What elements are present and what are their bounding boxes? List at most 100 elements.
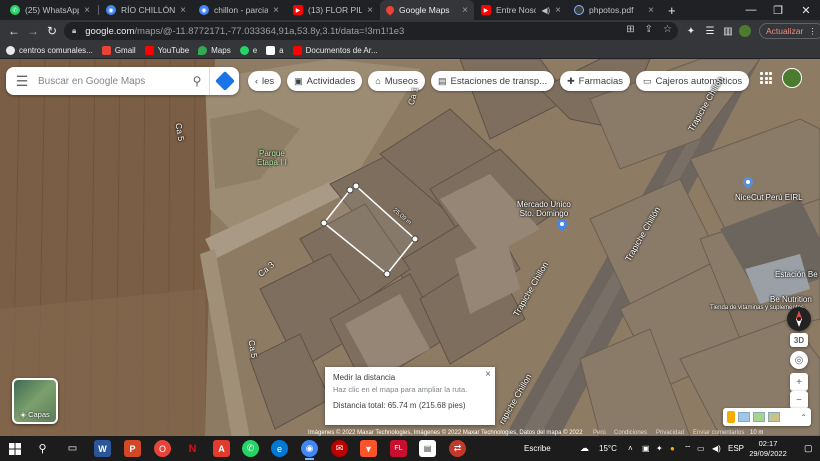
pegman-icon[interactable] (727, 411, 735, 423)
bookmark-whatsapp[interactable]: e (239, 45, 257, 55)
close-window-icon[interactable]: ✕ (793, 0, 819, 20)
compass-button[interactable] (787, 307, 811, 331)
new-tab-button[interactable]: + (662, 0, 682, 20)
chip-farmacias[interactable]: ✚ Farmacias (560, 71, 631, 91)
side-panel-icon[interactable]: ▥ (720, 23, 736, 39)
zoom-in-button[interactable]: + (790, 373, 808, 391)
notifications-icon[interactable]: ▢ (804, 436, 813, 461)
thumbnail[interactable] (768, 412, 780, 422)
share-icon[interactable]: ⇪ (645, 24, 653, 35)
bookmark-maps[interactable]: Maps (198, 45, 231, 55)
close-icon[interactable]: × (273, 5, 279, 16)
media-icon[interactable]: ⇄ (449, 440, 466, 457)
maps-search-box[interactable]: ☰ Buscar en Google Maps ⚲ (6, 67, 239, 95)
app-icon[interactable]: FL (390, 440, 407, 457)
reload-icon[interactable]: ↻ (44, 23, 60, 39)
search-input[interactable]: Buscar en Google Maps (38, 76, 185, 87)
my-location-button[interactable]: ◎ (790, 351, 808, 369)
tray-app-icon[interactable]: ● (670, 436, 675, 461)
volume-icon[interactable]: ◀) (712, 436, 721, 461)
task-view-icon[interactable]: ▭ (64, 440, 81, 457)
market-pin-icon[interactable] (557, 219, 567, 231)
search-icon[interactable]: ⚲ (185, 74, 209, 88)
wifi-icon[interactable]: ⌔ (684, 436, 692, 461)
thumbnail[interactable] (753, 412, 765, 422)
bookmark-star-icon[interactable]: ☆ (663, 24, 672, 35)
bookmark-centros-comunales[interactable]: centros comunales... (6, 45, 93, 55)
acrobat-icon[interactable]: A (213, 440, 230, 457)
minimize-icon[interactable]: — (738, 0, 764, 20)
chip-estaciones[interactable]: ▤ Estaciones de transp... (430, 71, 555, 91)
word-icon[interactable]: W (94, 440, 111, 457)
google-apps-icon[interactable] (760, 72, 772, 84)
tray-overflow-icon[interactable]: ˄ (628, 436, 633, 461)
search-icon[interactable]: ⚲ (34, 440, 51, 457)
account-avatar[interactable] (782, 68, 802, 88)
tab-google-maps[interactable]: Google Maps × (380, 0, 474, 20)
expand-thumbnails-icon[interactable]: ⌃ (800, 413, 807, 422)
store-pin-icon[interactable] (743, 177, 753, 189)
tab-whatsapp[interactable]: ✆ (25) WhatsApp × (4, 0, 96, 20)
close-icon[interactable]: × (84, 5, 90, 16)
tray-search-text[interactable]: Escribe (524, 436, 551, 461)
install-app-icon[interactable]: ⊞ (626, 24, 634, 35)
close-icon[interactable]: × (180, 5, 186, 16)
opera-icon[interactable]: O (154, 440, 171, 457)
bookmark-a[interactable]: a (266, 45, 284, 55)
whatsapp-icon[interactable]: ✆ (242, 440, 259, 457)
satellite-map[interactable]: ☰ Buscar en Google Maps ⚲ ‹ les ▣ Activi… (0, 59, 820, 436)
bookmark-gmail[interactable]: Gmail (101, 45, 136, 55)
thumbnail[interactable] (738, 412, 750, 422)
brave-icon[interactable]: ▼ (360, 440, 377, 457)
edge-icon[interactable]: e (271, 440, 288, 457)
chip-cajeros[interactable]: ▭ Cajeros automáticos (636, 71, 750, 91)
tab-flor-pilena[interactable]: ▶ (13) FLOR PILEÑ × (287, 0, 379, 20)
profile-avatar[interactable] (739, 25, 751, 37)
close-icon[interactable]: × (648, 5, 654, 16)
tray-app-icon[interactable]: ✦ (656, 436, 663, 461)
battery-icon[interactable]: ▭ (697, 436, 705, 461)
imagery-thumbnails[interactable]: ⌃ (723, 408, 811, 426)
taskbar-clock[interactable]: 02:17 29/09/2022 (748, 439, 788, 459)
close-icon[interactable]: × (367, 5, 373, 16)
windows-start-icon[interactable] (6, 440, 23, 457)
weather-temp[interactable]: 15°C (599, 436, 617, 461)
camera-icon: ▣ (294, 75, 303, 86)
restore-icon[interactable]: ❐ (765, 0, 791, 20)
back-icon[interactable]: ← (6, 23, 22, 39)
chip-actividades[interactable]: ▣ Actividades (287, 71, 363, 91)
reading-list-icon[interactable]: ☰ (702, 23, 718, 39)
layers-button[interactable]: ◈ Capas (12, 378, 58, 424)
zoom-out-button[interactable]: − (790, 391, 808, 409)
directions-button[interactable] (209, 67, 239, 95)
tab-phpotos-pdf[interactable]: phpotos.pdf × (568, 0, 660, 20)
bookmark-youtube[interactable]: YouTube (144, 45, 189, 55)
address-bar[interactable]: 🔒︎ google.com/maps/@-11.8772171,-77.0333… (64, 22, 678, 40)
bookmark-documentos[interactable]: Documentos de Ar... (292, 45, 378, 55)
tab-entre-nosotros[interactable]: ▶ Entre Nosot ◀) × (475, 0, 567, 20)
chip-scroll-left[interactable]: ‹ les (248, 71, 282, 91)
mail-icon[interactable]: ✉ (331, 440, 348, 457)
update-chrome-button[interactable]: Actualizar ⋮ (759, 23, 820, 39)
document-icon[interactable]: ▤ (419, 440, 436, 457)
tray-app-icon[interactable]: ▣ (642, 436, 650, 461)
tab-chillon-parcial[interactable]: ◉ chillon - parcial × (193, 0, 285, 20)
speaker-icon: ◀) (541, 5, 551, 15)
forward-icon[interactable]: → (25, 23, 41, 39)
close-icon[interactable]: × (485, 369, 491, 380)
close-icon[interactable]: × (555, 5, 561, 16)
hamburger-menu-icon[interactable]: ☰ (6, 73, 38, 90)
extensions-icon[interactable]: ✦ (683, 23, 699, 39)
label-estacion[interactable]: Estación Be (775, 270, 818, 279)
tab-rio-chillon[interactable]: ◉ RÍO CHILLÓN CÁ × (100, 0, 192, 20)
powerpoint-icon[interactable]: P (124, 440, 141, 457)
tilt-3d-button[interactable]: 3D (790, 333, 808, 347)
chrome-taskbar-icon[interactable]: ◉ (301, 440, 318, 460)
label-parque[interactable]: Parque Etapa I I (257, 149, 287, 167)
label-be-nutrition[interactable]: Be Nutrition (770, 295, 812, 304)
netflix-icon[interactable]: N (184, 440, 201, 457)
label-mercado[interactable]: Mercado Unico Sto. Domingo (517, 200, 571, 218)
label-nicecut[interactable]: NiceCut Perú EIRL (735, 193, 803, 202)
close-icon[interactable]: × (462, 5, 468, 16)
language-indicator[interactable]: ESP (728, 436, 744, 461)
